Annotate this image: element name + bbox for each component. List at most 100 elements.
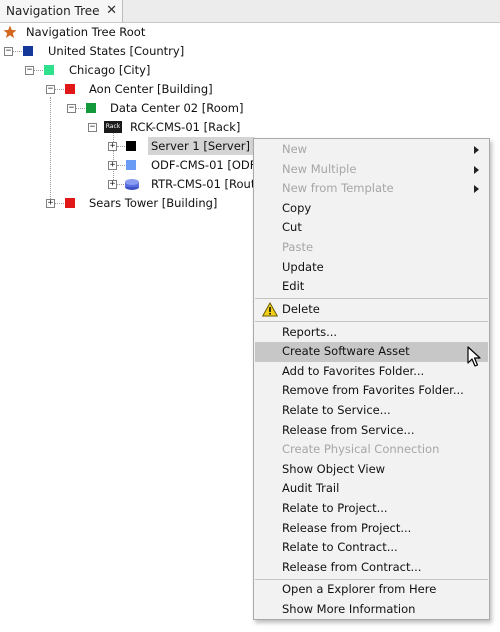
menu-item-delete[interactable]: Delete xyxy=(255,300,488,320)
tree-node-label: Navigation Tree Root xyxy=(26,25,146,39)
collapse-toggle[interactable]: − xyxy=(25,66,34,75)
menu-item-label: Show More Information xyxy=(282,601,416,616)
menu-item-label: Create Software Asset xyxy=(282,344,410,359)
tree-line xyxy=(117,165,125,166)
menu-item-reports[interactable]: Reports... xyxy=(255,323,488,343)
tree-line xyxy=(55,89,64,90)
tree-node-label: ODF-CMS-01 [ODF xyxy=(151,158,253,172)
menu-item-label: Update xyxy=(282,259,324,274)
menu-item-paste[interactable]: Paste xyxy=(255,238,488,258)
server-icon xyxy=(126,141,136,151)
menu-item-label: Add to Favorites Folder... xyxy=(282,363,425,378)
tab-bar: Navigation Tree ✕ xyxy=(0,0,500,23)
menu-item-release-from-contract[interactable]: Release from Contract... xyxy=(255,558,488,578)
expand-toggle[interactable]: + xyxy=(108,161,117,170)
tree-line xyxy=(34,70,43,71)
tree-node-label: Sears Tower [Building] xyxy=(89,196,218,210)
tab-navigation-tree[interactable]: Navigation Tree ✕ xyxy=(0,0,123,22)
collapse-toggle[interactable]: − xyxy=(88,123,97,132)
tree-node-label: Data Center 02 [Room] xyxy=(110,101,244,115)
menu-item-audit-trail[interactable]: Audit Trail xyxy=(255,479,488,499)
collapse-toggle[interactable]: − xyxy=(67,104,76,113)
tree-node-rtr-cms-01[interactable]: + RTR-CMS-01 [Rout xyxy=(0,175,253,193)
menu-item-create-physical-connection[interactable]: Create Physical Connection xyxy=(255,440,488,460)
tree-line xyxy=(13,51,22,52)
menu-item-label: Remove from Favorites Folder... xyxy=(282,383,464,398)
menu-item-release-from-service[interactable]: Release from Service... xyxy=(255,421,488,441)
menu-item-open-explorer[interactable]: Open a Explorer from Here xyxy=(255,580,488,600)
menu-item-remove-from-favorites[interactable]: Remove from Favorites Folder... xyxy=(255,381,488,401)
tree-node-data-center-02[interactable]: − Data Center 02 [Room] xyxy=(0,99,250,117)
menu-item-label: Edit xyxy=(282,279,305,294)
menu-item-label: Cut xyxy=(282,220,302,235)
menu-separator xyxy=(255,320,488,322)
tree-node-label: RTR-CMS-01 [Rout xyxy=(151,177,253,191)
menu-item-show-more-information[interactable]: Show More Information xyxy=(255,600,488,620)
menu-item-relate-to-service[interactable]: Relate to Service... xyxy=(255,401,488,421)
menu-item-cut[interactable]: Cut xyxy=(255,218,488,238)
collapse-toggle[interactable]: − xyxy=(4,47,13,56)
rack-icon: Rack xyxy=(104,121,122,133)
tree-node-server-1[interactable]: + Server 1 [Server] xyxy=(0,137,260,155)
menu-separator xyxy=(255,298,488,299)
tree-root[interactable]: Navigation Tree Root xyxy=(0,23,250,41)
odf-icon xyxy=(126,160,136,170)
expand-toggle[interactable]: + xyxy=(46,199,55,208)
menu-item-relate-to-contract[interactable]: Relate to Contract... xyxy=(255,538,488,558)
menu-item-new-from-template[interactable]: New from Template xyxy=(255,179,488,199)
menu-item-new-multiple[interactable]: New Multiple xyxy=(255,160,488,180)
tree-node-label: Chicago [City] xyxy=(69,63,151,77)
mouse-cursor-icon xyxy=(467,346,481,367)
menu-item-label: Paste xyxy=(282,240,314,254)
building-icon xyxy=(65,198,75,208)
menu-item-label: New xyxy=(282,142,308,156)
tree-line xyxy=(76,108,85,109)
tree-node-label: Server 1 [Server] xyxy=(151,139,251,153)
tree-line xyxy=(55,203,64,204)
expand-toggle[interactable]: + xyxy=(108,142,117,151)
building-icon xyxy=(65,84,75,94)
tree-line xyxy=(117,184,124,185)
tree-node-chicago[interactable]: − Chicago [City] xyxy=(0,61,250,79)
router-icon xyxy=(125,179,139,190)
tree-node-label: RCK-CMS-01 [Rack] xyxy=(130,120,241,134)
menu-item-show-object-view[interactable]: Show Object View xyxy=(255,460,488,480)
menu-item-label: New Multiple xyxy=(282,161,357,176)
menu-item-label: New from Template xyxy=(282,181,394,196)
menu-item-relate-to-project[interactable]: Relate to Project... xyxy=(255,499,488,519)
menu-item-label: Relate to Project... xyxy=(282,500,388,515)
tree-node-label: United States [Country] xyxy=(48,44,185,58)
tree-node-sears-tower[interactable]: + Sears Tower [Building] xyxy=(0,194,250,212)
tree-node-aon-center[interactable]: − Aon Center [Building] xyxy=(0,80,250,98)
menu-item-label: Relate to Service... xyxy=(282,402,391,417)
menu-item-label: Copy xyxy=(282,200,312,215)
tree-node-label: Aon Center [Building] xyxy=(89,82,213,96)
country-icon xyxy=(23,46,33,56)
close-icon[interactable]: ✕ xyxy=(106,0,117,22)
menu-item-label: Delete xyxy=(282,302,320,316)
menu-item-label: Show Object View xyxy=(282,461,386,476)
tree-node-united-states[interactable]: − United States [Country] xyxy=(0,42,250,60)
city-icon xyxy=(44,65,54,75)
menu-item-label: Relate to Contract... xyxy=(282,540,398,555)
menu-item-create-software-asset[interactable]: Create Software Asset xyxy=(255,342,488,362)
menu-item-update[interactable]: Update xyxy=(255,258,488,278)
menu-item-copy[interactable]: Copy xyxy=(255,199,488,219)
tree-node-rck-cms-01[interactable]: − Rack RCK-CMS-01 [Rack] xyxy=(0,118,250,136)
tree-node-odf-cms-01[interactable]: + ODF-CMS-01 [ODF xyxy=(0,156,253,174)
collapse-toggle[interactable]: − xyxy=(46,85,55,94)
menu-item-release-from-project[interactable]: Release from Project... xyxy=(255,519,488,539)
context-menu: New New Multiple New from Template Copy … xyxy=(253,138,490,620)
expand-toggle[interactable]: + xyxy=(108,180,117,189)
menu-item-label: Release from Service... xyxy=(282,422,415,437)
submenu-arrow-icon xyxy=(474,146,479,154)
menu-item-add-to-favorites[interactable]: Add to Favorites Folder... xyxy=(255,362,488,382)
menu-item-label: Reports... xyxy=(282,324,338,339)
tab-title: Navigation Tree xyxy=(6,4,100,18)
menu-item-edit[interactable]: Edit xyxy=(255,277,488,297)
menu-item-new[interactable]: New xyxy=(255,140,488,160)
star-icon xyxy=(3,25,17,38)
menu-item-label: Create Physical Connection xyxy=(282,442,440,457)
warning-icon xyxy=(262,302,278,317)
room-icon xyxy=(86,103,96,113)
